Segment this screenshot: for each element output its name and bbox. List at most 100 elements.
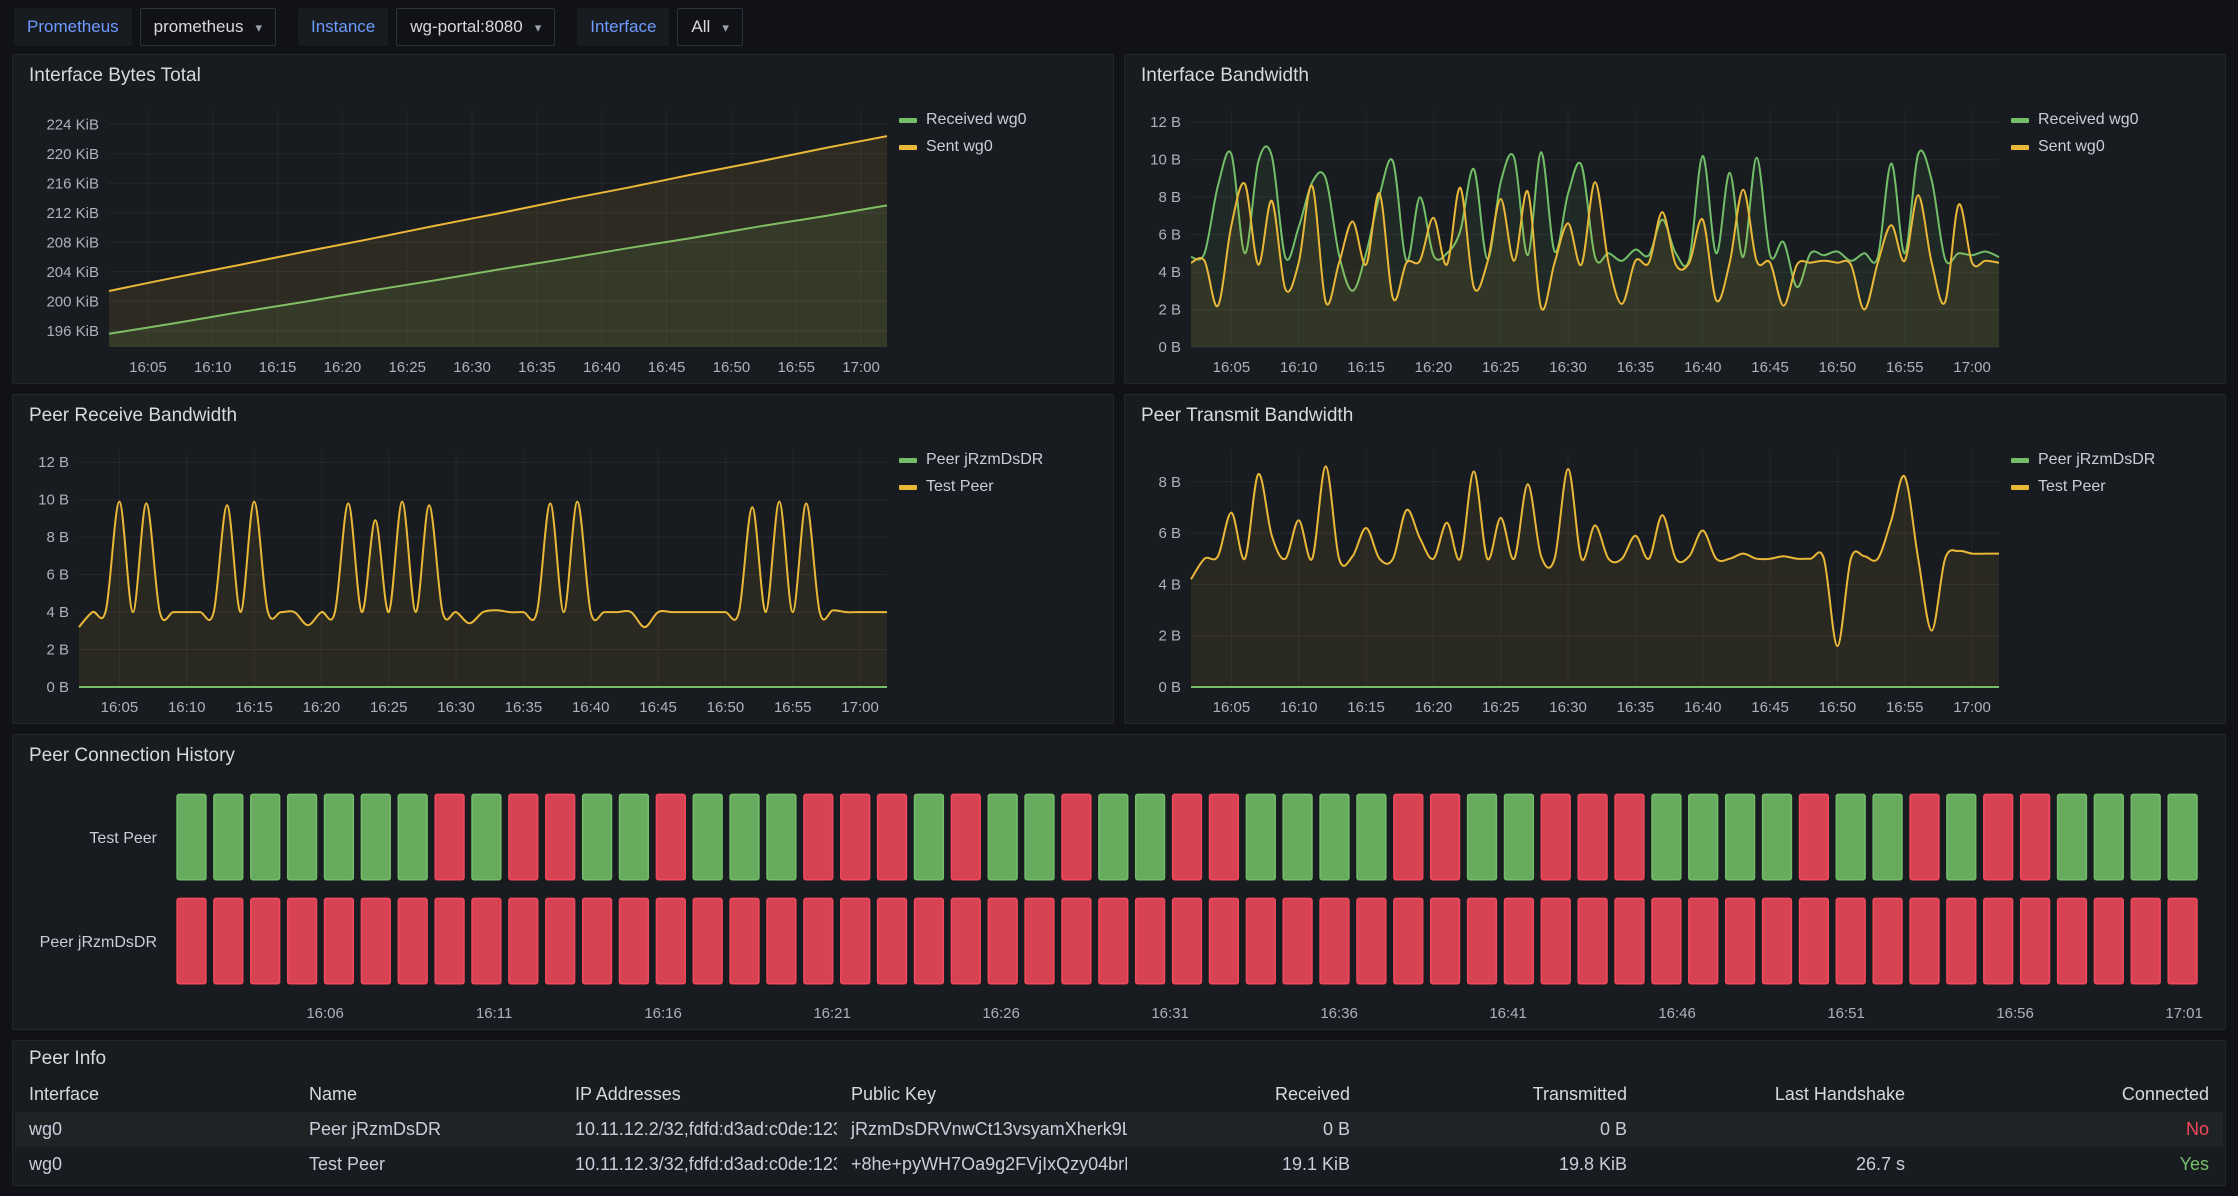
svg-text:16:50: 16:50 — [713, 359, 751, 376]
variable-interface: Interface All ▾ — [577, 8, 743, 46]
svg-text:0 B: 0 B — [1158, 679, 1181, 696]
table-cell: Peer jRzmDsDR — [295, 1112, 561, 1147]
panel-title-peer-connection-history[interactable]: Peer Connection History — [13, 735, 2225, 777]
svg-text:16:10: 16:10 — [194, 359, 232, 376]
svg-text:16:46: 16:46 — [1658, 1005, 1696, 1022]
panel-title-interface-bytes-total[interactable]: Interface Bytes Total — [13, 55, 1113, 97]
chevron-down-icon: ▾ — [722, 21, 729, 34]
svg-text:196 KiB: 196 KiB — [46, 323, 99, 340]
legend-item[interactable]: Received wg0 — [2011, 111, 2211, 129]
peer-connection-history-timeline[interactable]: Test PeerPeer jRzmDsDR16:0616:1116:1616:… — [21, 777, 2217, 1027]
legend-label: Peer jRzmDsDR — [926, 451, 1043, 469]
svg-text:16:30: 16:30 — [453, 359, 491, 376]
svg-text:16:40: 16:40 — [1684, 359, 1722, 376]
column-header[interactable]: Transmitted — [1364, 1077, 1641, 1112]
svg-text:16:55: 16:55 — [777, 359, 815, 376]
panel-peer-info: Peer Info InterfaceNameIP AddressesPubli… — [12, 1040, 2226, 1186]
variable-value-prometheus[interactable]: prometheus ▾ — [140, 8, 276, 46]
legend-item[interactable]: Received wg0 — [899, 111, 1099, 129]
variable-instance: Instance wg-portal:8080 ▾ — [298, 8, 555, 46]
svg-text:16:50: 16:50 — [1819, 699, 1857, 716]
chevron-down-icon: ▾ — [535, 21, 542, 34]
column-header[interactable]: Received — [1127, 1077, 1364, 1112]
svg-text:16:15: 16:15 — [1347, 699, 1385, 716]
line-chart-svg: 16:0516:1016:1516:2016:2516:3016:3516:40… — [1133, 97, 2007, 381]
svg-text:0 B: 0 B — [1158, 339, 1181, 356]
table-cell: 0 B — [1127, 1112, 1364, 1147]
legend-item[interactable]: Peer jRzmDsDR — [2011, 451, 2211, 469]
peer-receive-bandwidth-chart[interactable]: 16:0516:1016:1516:2016:2516:3016:3516:40… — [21, 437, 895, 721]
svg-text:17:00: 17:00 — [1953, 359, 1991, 376]
svg-text:16:41: 16:41 — [1489, 1005, 1527, 1022]
legend-item[interactable]: Test Peer — [2011, 478, 2211, 496]
legend-item[interactable]: Sent wg0 — [2011, 138, 2211, 156]
svg-text:16:20: 16:20 — [1415, 359, 1453, 376]
svg-text:4 B: 4 B — [1158, 576, 1181, 593]
svg-text:16:10: 16:10 — [168, 699, 206, 716]
legend-item[interactable]: Peer jRzmDsDR — [899, 451, 1099, 469]
column-header[interactable]: Name — [295, 1077, 561, 1112]
variable-value-instance[interactable]: wg-portal:8080 ▾ — [396, 8, 555, 46]
table-cell: 26.7 s — [1641, 1147, 1919, 1182]
timeline-svg: Test PeerPeer jRzmDsDR16:0616:1116:1616:… — [21, 777, 2217, 1027]
svg-text:16:30: 16:30 — [437, 699, 475, 716]
interface-bytes-total-chart[interactable]: 16:0516:1016:1516:2016:2516:3016:3516:40… — [21, 97, 895, 381]
svg-text:16:55: 16:55 — [1886, 359, 1924, 376]
table-cell: Test Peer — [295, 1147, 561, 1182]
svg-text:16:55: 16:55 — [774, 699, 812, 716]
svg-text:16:45: 16:45 — [648, 359, 686, 376]
svg-text:16:51: 16:51 — [1827, 1005, 1865, 1022]
table-cell: +8he+pyWH7Oa9g2FVjIxQzy04brLX+D — [837, 1147, 1127, 1182]
variable-label-interface[interactable]: Interface — [577, 8, 669, 46]
panel-peer-receive-bandwidth: Peer Receive Bandwidth 16:0516:1016:1516… — [12, 394, 1114, 724]
peer-transmit-bandwidth-chart[interactable]: 16:0516:1016:1516:2016:2516:3016:3516:40… — [1133, 437, 2007, 721]
svg-text:200 KiB: 200 KiB — [46, 293, 99, 310]
panel-title-peer-transmit-bandwidth[interactable]: Peer Transmit Bandwidth — [1125, 395, 2225, 437]
column-header[interactable]: Connected — [1919, 1077, 2223, 1112]
svg-text:16:31: 16:31 — [1151, 1005, 1189, 1022]
line-chart-svg: 16:0516:1016:1516:2016:2516:3016:3516:40… — [21, 437, 895, 721]
panel-title-peer-info[interactable]: Peer Info — [13, 1041, 2225, 1077]
panel-peer-connection-history: Peer Connection History Test PeerPeer jR… — [12, 734, 2226, 1030]
variable-label-prometheus[interactable]: Prometheus — [14, 8, 132, 46]
svg-text:16:50: 16:50 — [707, 699, 745, 716]
svg-text:16:25: 16:25 — [370, 699, 408, 716]
svg-text:17:01: 17:01 — [2165, 1005, 2203, 1022]
svg-text:16:40: 16:40 — [1684, 699, 1722, 716]
series-color-swatch — [2011, 485, 2029, 490]
legend: Peer jRzmDsDR Test Peer — [2007, 437, 2217, 721]
column-header[interactable]: Interface — [15, 1077, 295, 1112]
svg-text:16:10: 16:10 — [1280, 699, 1318, 716]
panel-title-interface-bandwidth[interactable]: Interface Bandwidth — [1125, 55, 2225, 97]
variable-value-text: All — [691, 17, 710, 37]
svg-text:16:30: 16:30 — [1549, 359, 1587, 376]
svg-text:16:05: 16:05 — [101, 699, 139, 716]
svg-text:2 B: 2 B — [1158, 628, 1181, 645]
svg-text:8 B: 8 B — [1158, 189, 1181, 206]
legend-label: Peer jRzmDsDR — [2038, 451, 2155, 469]
panel-interface-bytes-total: Interface Bytes Total 16:0516:1016:1516:… — [12, 54, 1114, 384]
svg-text:16:45: 16:45 — [1751, 699, 1789, 716]
panel-peer-transmit-bandwidth: Peer Transmit Bandwidth 16:0516:1016:151… — [1124, 394, 2226, 724]
column-header[interactable]: IP Addresses — [561, 1077, 837, 1112]
svg-text:0 B: 0 B — [46, 679, 69, 696]
variable-value-interface[interactable]: All ▾ — [677, 8, 742, 46]
variable-value-text: prometheus — [154, 17, 244, 37]
svg-text:16:35: 16:35 — [1617, 359, 1655, 376]
dashboard-grid: Interface Bytes Total 16:0516:1016:1516:… — [0, 54, 2238, 1196]
table-cell: wg0 — [15, 1147, 295, 1182]
legend-item[interactable]: Sent wg0 — [899, 138, 1099, 156]
svg-text:10 B: 10 B — [1150, 152, 1181, 169]
chevron-down-icon: ▾ — [255, 21, 262, 34]
column-header[interactable]: Public Key — [837, 1077, 1127, 1112]
column-header[interactable]: Last Handshake — [1641, 1077, 1919, 1112]
legend: Received wg0 Sent wg0 — [2007, 97, 2217, 381]
legend-item[interactable]: Test Peer — [899, 478, 1099, 496]
svg-text:17:00: 17:00 — [841, 699, 879, 716]
interface-bandwidth-chart[interactable]: 16:0516:1016:1516:2016:2516:3016:3516:40… — [1133, 97, 2007, 381]
variable-label-instance[interactable]: Instance — [298, 8, 388, 46]
panel-title-peer-receive-bandwidth[interactable]: Peer Receive Bandwidth — [13, 395, 1113, 437]
svg-text:4 B: 4 B — [46, 604, 69, 621]
svg-text:16:25: 16:25 — [1482, 359, 1520, 376]
svg-text:16:10: 16:10 — [1280, 359, 1318, 376]
